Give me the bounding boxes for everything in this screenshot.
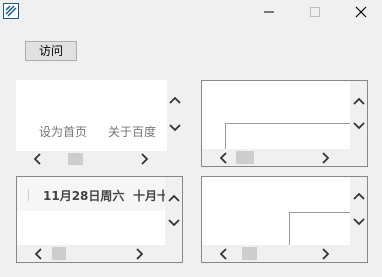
scroll-thumb[interactable]: [68, 153, 83, 165]
minimize-icon: [264, 11, 274, 13]
scroll-right-arrow-icon[interactable]: [319, 149, 333, 166]
link-set-homepage[interactable]: 设为首页: [39, 123, 87, 140]
scroll-left-arrow-icon[interactable]: [30, 151, 44, 167]
scroll-up-arrow-icon[interactable]: [165, 190, 182, 206]
browser-panel-top-right: [201, 80, 368, 167]
web-view[interactable]: 设为首页 关于百度: [16, 80, 167, 151]
browser-panel-bottom-right: [201, 176, 368, 263]
scroll-left-arrow-icon[interactable]: [216, 149, 230, 166]
divider: [28, 189, 29, 201]
close-button[interactable]: [338, 0, 382, 24]
horizontal-scrollbar[interactable]: [202, 245, 350, 262]
inner-frame: [289, 212, 350, 245]
scroll-up-arrow-icon[interactable]: [350, 93, 367, 109]
lunar-date-label: 十月十: [133, 189, 165, 203]
horizontal-scrollbar[interactable]: [202, 149, 350, 166]
close-icon: [355, 6, 367, 18]
scroll-right-arrow-icon[interactable]: [319, 245, 333, 262]
scroll-right-arrow-icon[interactable]: [133, 245, 147, 262]
maximize-icon: [310, 7, 320, 17]
horizontal-scrollbar[interactable]: [16, 151, 167, 167]
scroll-down-arrow-icon[interactable]: [167, 120, 183, 136]
scroll-left-arrow-icon[interactable]: [31, 245, 45, 262]
scroll-left-arrow-icon[interactable]: [216, 245, 230, 262]
maximize-button[interactable]: [292, 0, 338, 24]
inner-frame: [225, 123, 350, 149]
app-icon: [3, 3, 19, 19]
scroll-right-arrow-icon[interactable]: [138, 151, 152, 167]
vertical-scrollbar[interactable]: [350, 177, 367, 245]
scroll-thumb[interactable]: [242, 247, 257, 260]
web-view[interactable]: [202, 177, 350, 245]
title-bar: [0, 0, 382, 24]
scroll-thumb[interactable]: [236, 151, 254, 164]
vertical-scrollbar[interactable]: [350, 81, 367, 149]
visit-button[interactable]: 访问: [25, 41, 77, 61]
scroll-down-arrow-icon[interactable]: [350, 214, 367, 230]
browser-panel-bottom-left: 11月28日周六 十月十: [16, 176, 183, 263]
scroll-thumb[interactable]: [52, 247, 66, 260]
horizontal-scrollbar[interactable]: [17, 245, 165, 262]
scroll-down-arrow-icon[interactable]: [165, 215, 182, 231]
vertical-scrollbar[interactable]: [167, 80, 183, 151]
link-about-baidu[interactable]: 关于百度: [108, 123, 156, 140]
date-label: 11月28日周六: [43, 189, 125, 203]
scroll-up-arrow-icon[interactable]: [167, 92, 183, 108]
date-bar: 11月28日周六 十月十: [17, 177, 165, 211]
minimize-button[interactable]: [246, 0, 292, 24]
scroll-up-arrow-icon[interactable]: [350, 188, 367, 204]
vertical-scrollbar[interactable]: [165, 177, 182, 245]
web-view[interactable]: [202, 81, 350, 149]
page-accent-line: [16, 104, 167, 108]
browser-panel-top-left: 设为首页 关于百度: [16, 80, 183, 167]
web-view[interactable]: 11月28日周六 十月十: [17, 177, 165, 245]
scroll-down-arrow-icon[interactable]: [350, 118, 367, 134]
